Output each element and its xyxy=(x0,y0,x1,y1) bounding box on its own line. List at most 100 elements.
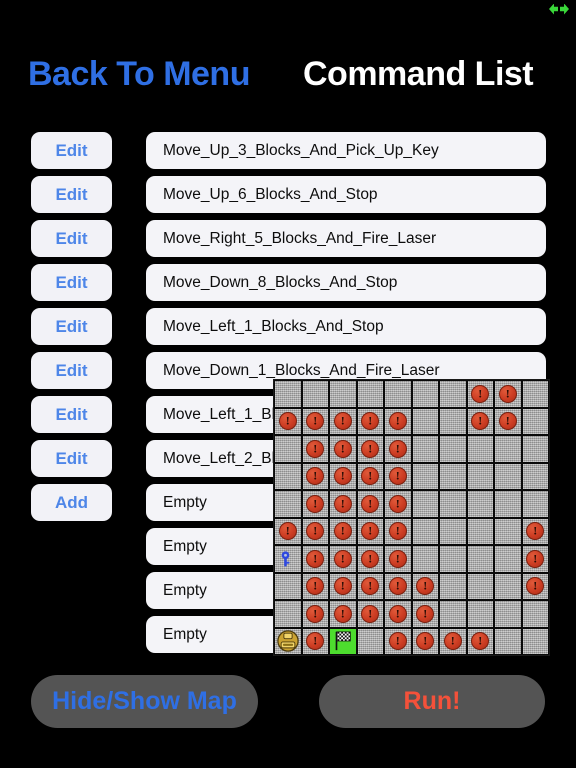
obstacle-icon: ! xyxy=(498,384,517,403)
map-cell-2-0-empty xyxy=(274,435,302,463)
map-cell-5-2-obstacle: ! xyxy=(329,517,357,545)
map-cell-7-5-obstacle: ! xyxy=(411,572,439,600)
map-cell-5-8-empty xyxy=(494,517,522,545)
map-cell-1-2-obstacle: ! xyxy=(329,407,357,435)
exclamation-glyph: ! xyxy=(285,523,290,538)
exclamation-glyph: ! xyxy=(313,496,318,511)
back-to-menu-button[interactable]: Back To Menu xyxy=(28,46,250,102)
map-cell-3-0-empty xyxy=(274,462,302,490)
map-cell-1-3-obstacle: ! xyxy=(356,407,384,435)
footer: Hide/Show Map Run! xyxy=(0,662,576,768)
exclamation-glyph: ! xyxy=(450,633,455,648)
exclamation-glyph: ! xyxy=(368,496,373,511)
exclamation-glyph: ! xyxy=(505,386,510,401)
map-cell-4-5-empty xyxy=(411,490,439,518)
map-cell-9-1-obstacle: ! xyxy=(301,627,329,655)
map-cell-2-1-obstacle: ! xyxy=(301,435,329,463)
map-cell-8-2-obstacle: ! xyxy=(329,600,357,628)
map-cell-8-0-empty xyxy=(274,600,302,628)
map-cell-4-9-empty xyxy=(521,490,549,518)
exclamation-glyph: ! xyxy=(368,441,373,456)
command-row-3[interactable]: Move_Down_8_Blocks_And_Stop xyxy=(146,264,546,301)
map-cell-7-4-obstacle: ! xyxy=(384,572,412,600)
map-cell-9-8-empty xyxy=(494,627,522,655)
exclamation-glyph: ! xyxy=(368,551,373,566)
obstacle-icon: ! xyxy=(361,522,380,541)
obstacle-icon: ! xyxy=(306,632,325,651)
map-cell-4-4-obstacle: ! xyxy=(384,490,412,518)
map-cell-0-7-obstacle: ! xyxy=(466,380,494,408)
exclamation-glyph: ! xyxy=(395,496,400,511)
command-row-4[interactable]: Move_Left_1_Blocks_And_Stop xyxy=(146,308,546,345)
exclamation-glyph: ! xyxy=(368,578,373,593)
map-cell-1-6-empty xyxy=(439,407,467,435)
exclamation-glyph: ! xyxy=(340,606,345,621)
map-cell-1-8-obstacle: ! xyxy=(494,407,522,435)
obstacle-icon: ! xyxy=(361,467,380,486)
exclamation-glyph: ! xyxy=(313,633,318,648)
map-cell-7-1-obstacle: ! xyxy=(301,572,329,600)
exclamation-glyph: ! xyxy=(533,551,538,566)
map-cell-6-1-obstacle: ! xyxy=(301,545,329,573)
exclamation-glyph: ! xyxy=(395,413,400,428)
command-row-2[interactable]: Move_Right_5_Blocks_And_Fire_Laser xyxy=(146,220,546,257)
edit-button-5[interactable]: Edit xyxy=(31,352,112,389)
obstacle-icon: ! xyxy=(443,632,462,651)
exclamation-glyph: ! xyxy=(423,606,428,621)
command-row-1[interactable]: Move_Up_6_Blocks_And_Stop xyxy=(146,176,546,213)
exclamation-glyph: ! xyxy=(340,496,345,511)
obstacle-icon: ! xyxy=(361,439,380,458)
exclamation-glyph: ! xyxy=(340,441,345,456)
edit-button-2[interactable]: Edit xyxy=(31,220,112,257)
map-cell-4-1-obstacle: ! xyxy=(301,490,329,518)
map-cell-4-6-empty xyxy=(439,490,467,518)
exclamation-glyph: ! xyxy=(395,468,400,483)
obstacle-icon: ! xyxy=(306,467,325,486)
map-cell-1-1-obstacle: ! xyxy=(301,407,329,435)
map-cell-9-6-obstacle: ! xyxy=(439,627,467,655)
obstacle-icon: ! xyxy=(333,467,352,486)
fullscreen-expand-icon[interactable] xyxy=(548,3,570,15)
map-cell-7-3-obstacle: ! xyxy=(356,572,384,600)
run-button[interactable]: Run! xyxy=(319,675,545,728)
exclamation-glyph: ! xyxy=(368,468,373,483)
map-cell-6-2-obstacle: ! xyxy=(329,545,357,573)
edit-button-1[interactable]: Edit xyxy=(31,176,112,213)
map-cell-1-5-empty xyxy=(411,407,439,435)
obstacle-icon: ! xyxy=(416,632,435,651)
obstacle-icon: ! xyxy=(333,494,352,513)
map-cell-6-8-empty xyxy=(494,545,522,573)
edit-button-0[interactable]: Edit xyxy=(31,132,112,169)
command-row-0[interactable]: Move_Up_3_Blocks_And_Pick_Up_Key xyxy=(146,132,546,169)
edit-button-3[interactable]: Edit xyxy=(31,264,112,301)
obstacle-icon: ! xyxy=(526,577,545,596)
edit-button-4[interactable]: Edit xyxy=(31,308,112,345)
map-cell-5-1-obstacle: ! xyxy=(301,517,329,545)
exclamation-glyph: ! xyxy=(395,578,400,593)
obstacle-icon: ! xyxy=(306,549,325,568)
map-cell-3-5-empty xyxy=(411,462,439,490)
map-cell-7-8-empty xyxy=(494,572,522,600)
hide-show-map-button[interactable]: Hide/Show Map xyxy=(31,675,258,728)
add-button-8[interactable]: Add xyxy=(31,484,112,521)
map-cell-3-2-obstacle: ! xyxy=(329,462,357,490)
map-cell-8-4-obstacle: ! xyxy=(384,600,412,628)
obstacle-icon: ! xyxy=(388,522,407,541)
exclamation-glyph: ! xyxy=(340,578,345,593)
edit-button-6[interactable]: Edit xyxy=(31,396,112,433)
map-overlay[interactable]: !!!!!!!!!!!!!!!!!!!!!!!!!!!!!!!!!!!!!!!!… xyxy=(273,379,550,656)
exclamation-glyph: ! xyxy=(478,413,483,428)
exclamation-glyph: ! xyxy=(368,523,373,538)
map-cell-0-3-empty xyxy=(356,380,384,408)
map-cell-8-6-empty xyxy=(439,600,467,628)
exclamation-glyph: ! xyxy=(533,578,538,593)
map-cell-0-0-empty xyxy=(274,380,302,408)
map-cell-4-7-empty xyxy=(466,490,494,518)
exclamation-glyph: ! xyxy=(313,441,318,456)
edit-button-7[interactable]: Edit xyxy=(31,440,112,477)
map-cell-3-1-obstacle: ! xyxy=(301,462,329,490)
exclamation-glyph: ! xyxy=(395,523,400,538)
map-cell-9-4-obstacle: ! xyxy=(384,627,412,655)
obstacle-icon: ! xyxy=(388,549,407,568)
obstacle-icon: ! xyxy=(333,522,352,541)
